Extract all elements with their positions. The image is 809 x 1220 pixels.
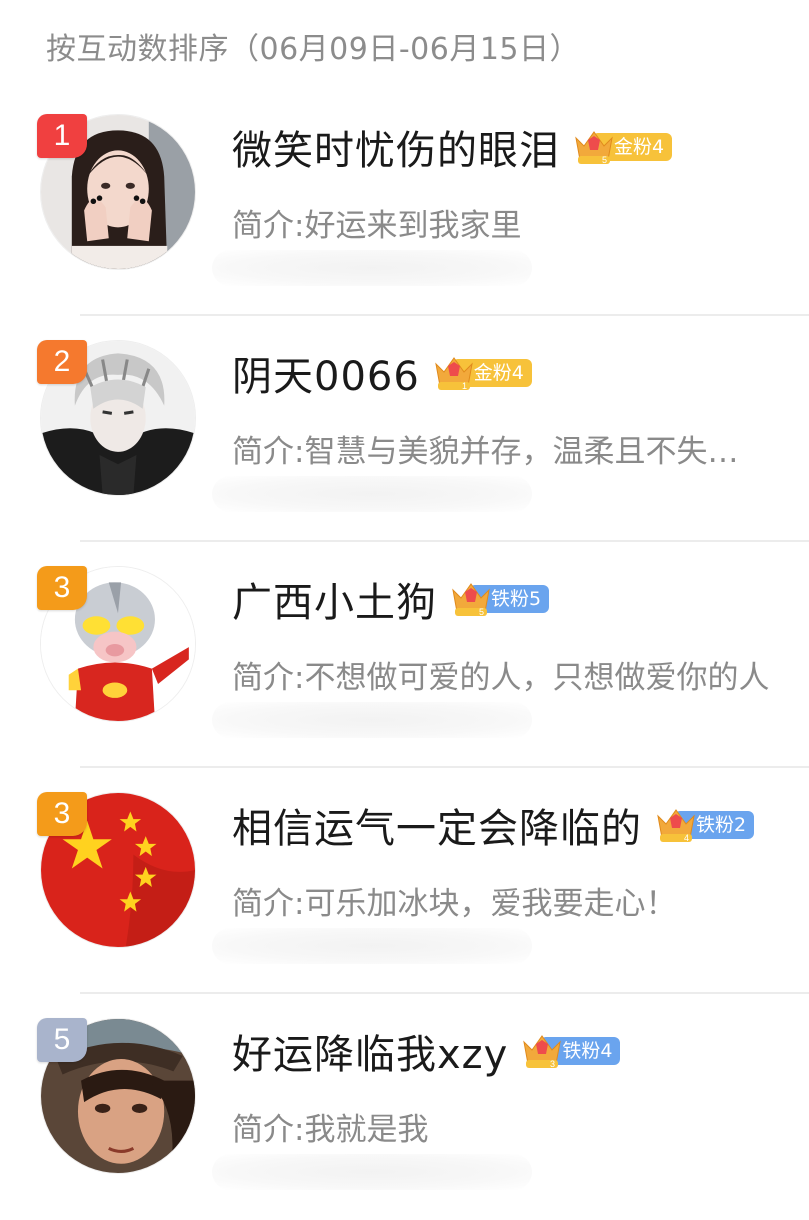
crown-level: 5 [602,155,607,165]
fan-level-badge: 4 铁粉2 [654,808,755,843]
blurred-text [212,476,532,512]
crown-icon: 5 [449,578,493,620]
fan-name[interactable]: 广西小土狗 [232,570,437,628]
crown-icon: 5 [572,126,616,168]
fan-bio: 简介:智慧与美貌并存，温柔且不失… [232,434,739,470]
blurred-text [212,702,532,738]
list-item[interactable]: 3 广西小土狗 5 铁粉5 简介:不想做可爱的人，只想做爱你的人 [0,542,809,768]
fan-level-badge: 5 金粉4 [572,130,673,165]
crown-icon: 4 [654,804,698,846]
list-item[interactable]: 3 相信运气一定会降临的 4 铁粉2 简介:可乐加冰块，爱我要走心！ [0,768,809,994]
fan-bio: 简介:不想做可爱的人，只想做爱你的人 [232,660,770,696]
fan-name[interactable]: 好运降临我xzy [232,1022,508,1080]
fan-level-badge: 3 铁粉4 [520,1034,621,1069]
fan-list: 1 微笑时忧伤的眼泪 5 金粉4 简介:好运来到我家里 2 阴天0066 1 金… [0,90,809,1220]
sort-header: 按互动数排序（06月09日-06月15日） [46,32,581,67]
fan-name[interactable]: 相信运气一定会降临的 [232,796,642,854]
list-item[interactable]: 1 微笑时忧伤的眼泪 5 金粉4 简介:好运来到我家里 [0,90,809,316]
blurred-text [212,1154,532,1190]
fan-bio: 简介:我就是我 [232,1112,429,1148]
crown-level: 1 [462,381,467,391]
crown-icon: 1 [432,352,476,394]
fan-level-badge: 1 金粉4 [432,356,532,391]
list-item[interactable]: 2 阴天0066 1 金粉4 简介:智慧与美貌并存，温柔且不失… [0,316,809,542]
blurred-text [212,250,532,286]
crown-level: 5 [479,607,484,617]
rank-badge: 1 [37,114,87,158]
rank-badge: 3 [37,566,87,610]
fan-name[interactable]: 微笑时忧伤的眼泪 [232,118,560,176]
list-item[interactable]: 5 好运降临我xzy 3 铁粉4 简介:我就是我 [0,994,809,1220]
fan-bio: 简介:好运来到我家里 [232,208,522,244]
crown-level: 4 [684,833,689,843]
crown-level: 3 [550,1059,555,1069]
fan-level-badge: 5 铁粉5 [449,582,550,617]
rank-badge: 5 [37,1018,87,1062]
rank-badge: 3 [37,792,87,836]
rank-badge: 2 [37,340,87,384]
crown-icon: 3 [520,1030,564,1072]
blurred-text [212,928,532,964]
fan-name[interactable]: 阴天0066 [232,344,420,402]
fan-bio: 简介:可乐加冰块，爱我要走心！ [232,886,677,922]
